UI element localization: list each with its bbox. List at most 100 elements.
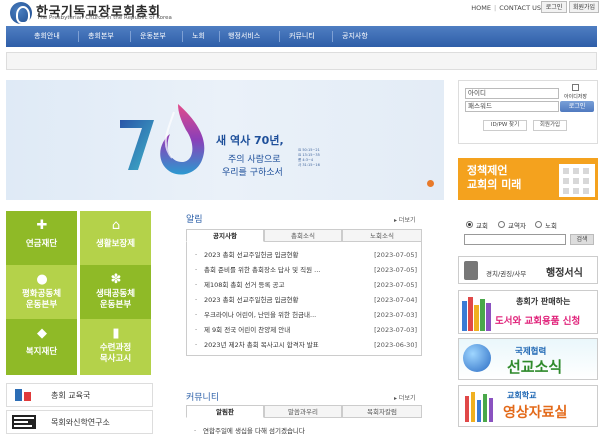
id-input[interactable]: 아이디 [465, 88, 559, 99]
tile-eco-community[interactable]: ✽ 생태공동체 운동본부 [80, 265, 151, 321]
nav-divider [130, 31, 131, 42]
nav-divider [182, 31, 183, 42]
tile-peace-community[interactable]: ● 평화공동체 운동본부 [6, 265, 77, 321]
banner-line-2: 주의 사람으로 [228, 155, 281, 165]
school-line-2: 영상자료실 [503, 405, 568, 421]
list-item[interactable]: · 우크라이나 어린이, 난민을 위한 헌금내... [2023-07-03] [187, 308, 423, 322]
nav-divider [219, 31, 220, 42]
link-label: 총회 교육국 [51, 391, 91, 400]
shop-line-1: 총회가 판매하는 [516, 297, 571, 306]
login-panel: 아이디 패스워드 아이디저장 로그인 ID/PW 찾기 회원가입 [458, 80, 598, 144]
globe-icon [463, 344, 491, 372]
nav-item-hq[interactable]: 총회본부 [88, 26, 114, 47]
password-input[interactable]: 패스워드 [465, 101, 559, 112]
save-id-checkbox[interactable] [572, 84, 579, 91]
sunday-school-video-banner[interactable]: 교회학교 영상자료실 [458, 385, 598, 427]
tile-label: 수련과정 목사고시 [99, 343, 132, 364]
notice-list: · 2023 총회 선교주일헌금 입금현황 [2023-07-05] · 총회 준비를… [186, 242, 422, 356]
tile-label: 평화공동체 운동본부 [21, 289, 62, 310]
nav-item-movement[interactable]: 운동본부 [140, 26, 166, 47]
tile-label: 복지재단 [25, 347, 58, 357]
link-education-dept[interactable]: 총회 교육국 [6, 383, 153, 407]
shop-line-2: 도서와 교회용품 신청 [495, 316, 581, 327]
banner-pager-dot[interactable] [427, 180, 434, 187]
book-icon: ▮ [112, 326, 120, 341]
admin-forms-banner[interactable]: 경치/권징/사무 행정서식 [458, 256, 598, 284]
flower-icon: ✽ [110, 272, 122, 287]
link-label: 목회와신학연구소 [51, 418, 110, 427]
anniversary-70-logo-icon [120, 104, 205, 175]
list-item[interactable]: · 제 9회 전국 어린이 찬양제 안내 [2023-07-03] [187, 323, 423, 337]
tab-assembly-news[interactable]: 총회소식 [264, 229, 342, 242]
education-icon [15, 389, 31, 401]
tile-label: 생태공동체 운동본부 [95, 289, 136, 310]
sub-nav-bar [6, 52, 597, 70]
tile-welfare[interactable]: ◆ 복지재단 [6, 319, 77, 375]
list-item[interactable]: · 2023년 제2차 총회 목사고시 합격자 발표 [2023-06-30] [187, 338, 423, 352]
radio-presbytery[interactable] [535, 221, 542, 228]
search-button[interactable]: 검색 [570, 234, 594, 245]
tab-pastor-column[interactable]: 목회자칼럼 [342, 405, 422, 418]
notices-title: 알림 [186, 215, 203, 225]
shop-banner[interactable]: 총회가 판매하는 도서와 교회용품 신청 [458, 290, 598, 334]
church-search: 교회 교역자 노회 검색 [458, 212, 598, 250]
header-join-button[interactable]: 회원가입 [569, 1, 599, 13]
nav-divider [279, 31, 280, 42]
banner-line-3: 우리를 구하소서 [222, 168, 283, 178]
policy-text: 정책제언 교회의 미래 [467, 164, 521, 192]
radio-label: 교회 [476, 222, 488, 230]
contact-link[interactable]: CONTACT US [499, 4, 541, 12]
admin-big-text: 행정서식 [546, 268, 583, 279]
link-theology-institute[interactable]: 목회와신학연구소 [6, 410, 153, 434]
mission-line-2: 선교소식 [507, 358, 563, 376]
notices-tabs: 공지사항 총회소식 노회소식 [186, 229, 422, 242]
hero-banner[interactable]: 새 역사 70년, 주의 사람으로 우리를 구하소서 요 50:15~21 요 … [6, 80, 444, 200]
notices-more-link[interactable]: ▸ 더보기 [394, 215, 415, 224]
tile-pension[interactable]: ✚ 연금재단 [6, 211, 77, 267]
nav-item-community[interactable]: 커뮤니티 [289, 26, 315, 47]
dove-icon: ● [36, 272, 48, 287]
tab-presbytery-news[interactable]: 노회소식 [342, 229, 422, 242]
policy-line-2: 교회의 미래 [467, 178, 522, 191]
church-logo-icon[interactable] [10, 2, 32, 24]
nav-divider [332, 31, 333, 42]
community-title: 커뮤니티 [186, 393, 220, 403]
house-icon: ⌂ [111, 218, 121, 233]
tile-training-exam[interactable]: ▮ 수련과정 목사고시 [80, 319, 151, 375]
nav-item-notice[interactable]: 공지사항 [342, 26, 368, 47]
list-item[interactable]: · 2023 총회 선교주일헌금 입금현황 [2023-07-04] [187, 293, 423, 307]
site-subtitle: The Presbyterian Church in the Republic … [37, 15, 172, 21]
mission-news-banner[interactable]: 국제협력 선교소식 [458, 338, 598, 380]
find-id-pw-button[interactable]: ID/PW 찾기 [483, 120, 527, 131]
school-line-1: 교회학교 [507, 391, 537, 400]
policy-banner[interactable]: 정책제언 교회의 미래 [458, 158, 598, 200]
tile-label: 연금재단 [25, 239, 58, 249]
list-item[interactable]: · 연합주일에 생십을 다해 섬기겠습니다 [186, 424, 422, 438]
separator: | [494, 4, 497, 12]
site-header: 한국기독교장로회총회 The Presbyterian Church in th… [0, 0, 603, 26]
list-item[interactable]: · 제108회 총회 선거 등록 공고 [2023-07-05] [187, 278, 423, 292]
policy-line-1: 정책제언 [467, 164, 508, 177]
tile-life-security[interactable]: ⌂ 생활보장제 [80, 211, 151, 267]
banner-title: 새 역사 70년, [216, 134, 284, 147]
tab-word-and-us[interactable]: 말씀과우리 [264, 405, 342, 418]
radio-church[interactable] [466, 221, 473, 228]
community-more-link[interactable]: ▸ 더보기 [394, 393, 415, 402]
home-link[interactable]: HOME [471, 4, 491, 12]
list-item[interactable]: · 총회 준비를 위한 총회장소 답사 및 직원 ... [2023-07-05] [187, 263, 423, 277]
tab-board[interactable]: 알림판 [186, 405, 264, 418]
save-id-label: 아이디저장 [564, 94, 588, 100]
tag-icon: ◆ [37, 326, 47, 341]
list-item[interactable]: · 2023 총회 선교주일헌금 입금현황 [2023-07-05] [187, 248, 423, 262]
radio-minister[interactable] [498, 221, 505, 228]
nav-item-admin[interactable]: 행정서비스 [228, 26, 260, 47]
search-input[interactable] [464, 234, 566, 245]
tab-notices[interactable]: 공지사항 [186, 229, 264, 242]
nav-item-about[interactable]: 총회안내 [34, 26, 60, 47]
login-button[interactable]: 로그인 [560, 101, 594, 112]
building-icon [559, 164, 595, 197]
header-login-button[interactable]: 로그인 [541, 1, 567, 13]
nav-item-presbytery[interactable]: 노회 [192, 26, 205, 47]
join-button[interactable]: 회원가입 [533, 120, 567, 131]
institute-logo-icon [12, 415, 36, 429]
